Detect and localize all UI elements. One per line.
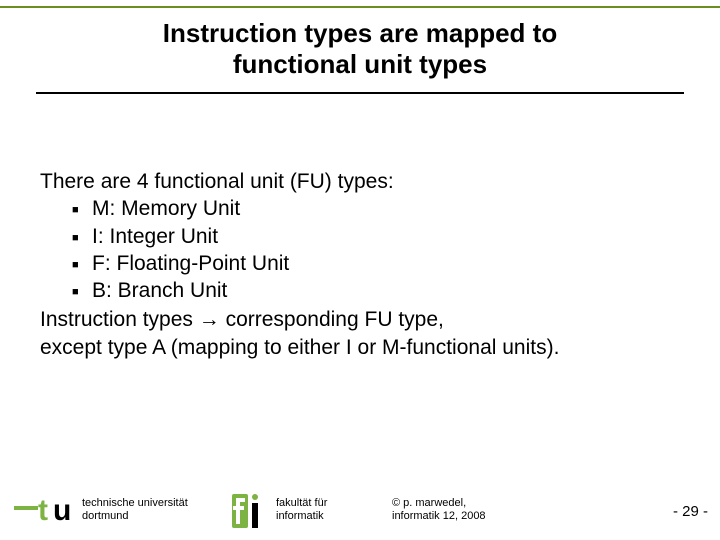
- title-line-1: Instruction types are mapped to: [163, 18, 557, 48]
- fi-logo-icon: [232, 488, 268, 530]
- title-underline: [36, 92, 684, 94]
- page-number: - 29 -: [673, 503, 708, 520]
- outro-line-2: except type A (mapping to either I or M-…: [40, 334, 690, 361]
- footer-credit: © p. marwedel, informatik 12, 2008: [392, 497, 486, 525]
- outro-line-1: Instruction types → corresponding FU typ…: [40, 306, 690, 333]
- tu-logo-icon: t u: [14, 484, 76, 528]
- bullet-item: M: Memory Unit: [72, 195, 690, 222]
- top-green-rule: [0, 6, 720, 8]
- footer-org2: fakultät für informatik: [276, 497, 327, 525]
- bullet-list: M: Memory Unit I: Integer Unit F: Floati…: [72, 195, 690, 304]
- footer-org1: technische universität dortmund: [82, 497, 188, 525]
- arrow-icon: →: [199, 308, 220, 331]
- bullet-item: F: Floating-Point Unit: [72, 250, 690, 277]
- footer: t u technische universität dortmund faku…: [0, 484, 720, 530]
- title-line-2: functional unit types: [233, 49, 487, 79]
- bullet-item: I: Integer Unit: [72, 223, 690, 250]
- slide-title: Instruction types are mapped to function…: [0, 18, 720, 80]
- intro-text: There are 4 functional unit (FU) types:: [40, 168, 690, 195]
- bullet-item: B: Branch Unit: [72, 277, 690, 304]
- slide-body: There are 4 functional unit (FU) types: …: [40, 168, 690, 361]
